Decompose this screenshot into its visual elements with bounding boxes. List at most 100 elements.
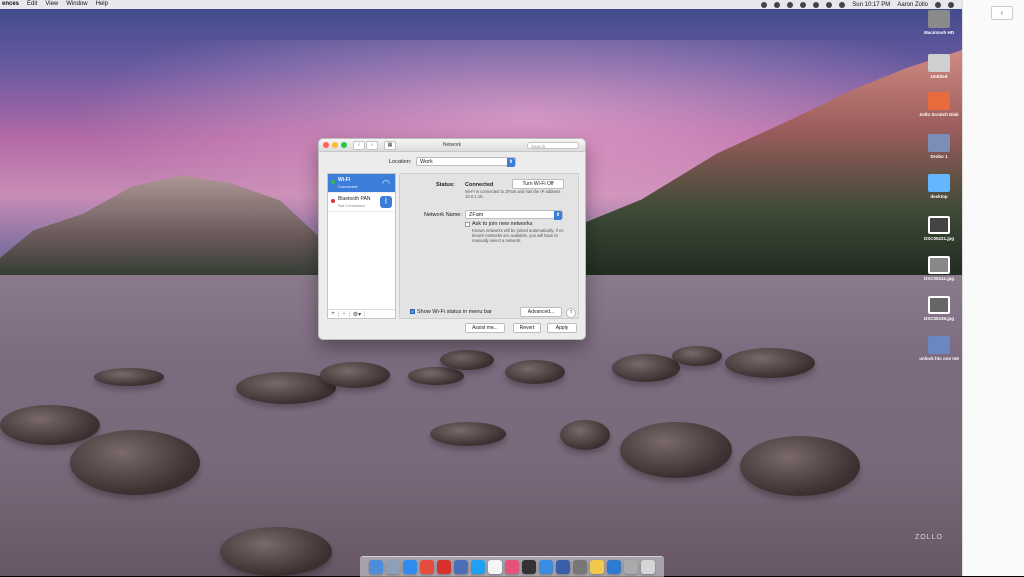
desktop-icon-dsc05221[interactable]: DSC05221.jpg [918,216,960,242]
service-list-footer: + − ⚙▾ [328,309,395,318]
network-drive-icon [928,134,950,152]
show-wifi-status-checkbox[interactable]: ✓ [410,309,415,314]
status-value: Connected [465,182,494,188]
photos-app-icon[interactable] [590,560,604,574]
trash-icon[interactable] [641,560,655,574]
document-icon [928,336,950,354]
wifi-icon[interactable] [813,1,820,8]
service-bluetooth-pan[interactable]: Bluetooth PAN Not Connected ᛒ [328,193,395,212]
desktop-icon-label: DSC05249.jpg [923,316,954,321]
twitter-icon[interactable] [471,560,485,574]
search-icon[interactable] [935,1,941,8]
external-drive-icon [928,92,950,110]
rock [220,527,332,576]
desktop-icon-label: Drobo 1 [930,154,948,159]
desktop-icon-macintosh-hd[interactable]: Macintosh HD [918,10,960,36]
browser-icon[interactable] [607,560,621,574]
battery-icon[interactable] [839,1,846,8]
chevron-down-icon: ⬍ [554,211,562,220]
service-status: Connected [338,184,358,189]
desktop-icon-label: desktop [930,194,948,199]
desktop-icon-unlock-htc[interactable]: unlock htc one m9 [918,336,960,362]
status-dot [331,199,335,203]
desktop-icon-untitled[interactable]: Untitled [918,54,960,80]
remove-service-button[interactable]: − [339,311,350,317]
image-file-icon [928,216,950,234]
menu-help[interactable]: Help [96,0,108,9]
rock [612,354,680,382]
desktop-icon-dsc05249[interactable]: DSC05249.jpg [918,296,960,322]
service-wifi[interactable]: Wi-Fi Connected ◠ [328,174,395,193]
menu-window[interactable]: Window [66,0,87,9]
menu-edit[interactable]: Edit [27,0,37,9]
back-button[interactable]: ‹ [991,6,1013,20]
photo-booth-icon[interactable] [522,560,536,574]
desktop-icon-label: DSC05221.jpg [923,236,954,241]
watermark: ZOLLO [915,534,943,541]
search-input[interactable]: Search [527,141,579,149]
apply-button[interactable]: Apply [547,323,577,333]
desktop-icon-label: DSC05241.jpg [923,276,954,281]
folder-icon [928,174,950,192]
show-all-grid-icon[interactable]: ▦ [384,140,396,150]
rock [408,367,464,385]
launchpad-icon[interactable] [386,560,400,574]
desktop-icon-label: Macintosh HD [923,30,954,35]
menu-view[interactable]: View [45,0,58,9]
photos-icon[interactable] [454,560,468,574]
add-service-button[interactable]: + [328,311,339,317]
rock [672,346,722,366]
drive-icon [928,54,950,72]
calendar-icon[interactable] [488,560,502,574]
finder-icon[interactable] [369,560,383,574]
desktop-icon-desktop-folder[interactable]: desktop [918,174,960,200]
clock[interactable]: Sun 10:17 PM [852,2,890,8]
itunes-icon[interactable] [505,560,519,574]
advanced-button[interactable]: Advanced... [520,307,562,317]
chrome-icon[interactable] [420,560,434,574]
turn-wifi-off-button[interactable]: Turn Wi-Fi Off [512,179,564,189]
notification-center-icon[interactable] [948,1,954,8]
dock [360,556,664,577]
system-preferences-icon[interactable] [573,560,587,574]
back-nav-button[interactable]: ‹ [353,140,365,150]
volume-icon[interactable] [826,1,833,8]
user-name[interactable]: Aaron Zollo [897,2,928,8]
gear-icon[interactable]: ⚙▾ [350,310,365,318]
assist-me-button[interactable]: Assist me... [465,323,505,333]
safari-icon[interactable] [403,560,417,574]
desktop-icon-zollo-scratch-disk[interactable]: Zollo Scratch Disk [918,92,960,118]
service-name: Bluetooth PAN [338,196,371,202]
rock [505,360,565,384]
help-button[interactable]: ? [566,308,576,318]
bluetooth-icon[interactable] [800,1,807,8]
twitter-icon[interactable] [761,1,768,8]
network-preferences-window: ‹ › ▦ Network Search Location: Work ⬍ Wi… [318,138,586,340]
service-name: Wi-Fi [338,177,351,183]
revert-button[interactable]: Revert [513,323,541,333]
status-area: Sun 10:17 PM Aaron Zollo [761,1,962,8]
desktop-icon-dsc05241[interactable]: DSC05241.jpg [918,256,960,282]
chevron-down-icon: ⬍ [507,158,515,167]
dropbox-icon[interactable] [774,1,781,8]
location-select[interactable]: Work ⬍ [416,157,516,167]
wifi-icon: ◠ [382,178,390,188]
downloads-stack-icon[interactable] [624,560,638,574]
menu-app-name[interactable]: ences [2,0,19,9]
rock [430,422,506,446]
minimize-button[interactable] [332,142,338,148]
rock [0,405,100,445]
app-store-icon[interactable] [539,560,553,574]
zoom-button[interactable] [341,142,347,148]
forward-nav-button[interactable]: › [366,140,378,150]
rock [320,362,390,388]
desktop-icon-drobo-1[interactable]: Drobo 1 [918,134,960,160]
xcode-icon[interactable] [556,560,570,574]
opera-icon[interactable] [437,560,451,574]
network-name-select[interactable]: ZFam ⬍ [465,210,563,220]
sync-icon[interactable] [787,1,794,8]
ask-to-join-checkbox[interactable] [465,222,470,227]
hard-drive-icon [928,10,950,28]
close-button[interactable] [323,142,329,148]
menu-bar: ences Edit View Window Help Sun 10:17 PM… [0,0,962,9]
